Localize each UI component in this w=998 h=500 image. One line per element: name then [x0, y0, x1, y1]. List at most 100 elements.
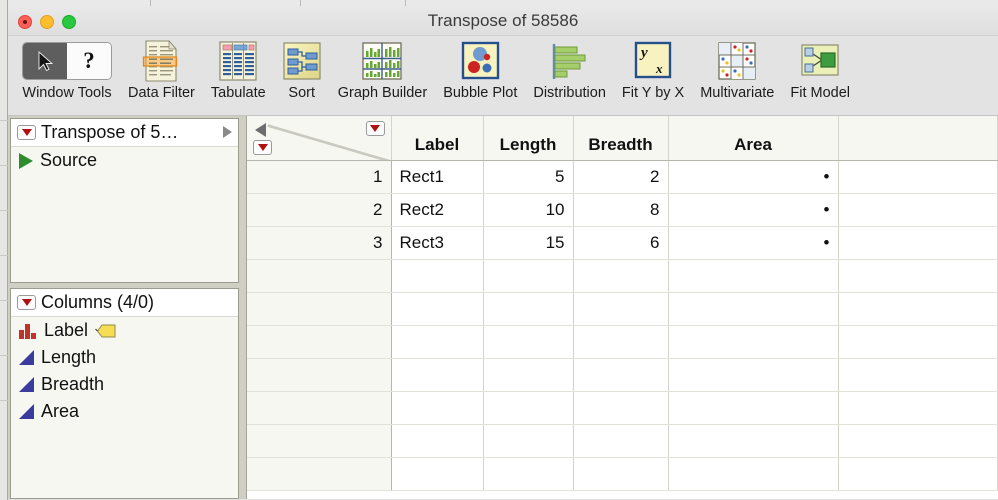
row-number[interactable]: 2 — [247, 193, 392, 227]
cell-area-empty[interactable] — [668, 358, 839, 392]
chevron-right-icon[interactable] — [223, 126, 232, 138]
green-play-icon[interactable] — [19, 152, 33, 169]
cell-label[interactable]: Rect1 — [391, 160, 484, 194]
collapse-left-icon[interactable] — [255, 123, 266, 137]
cell-label-empty[interactable] — [391, 292, 484, 326]
cell-breadth-empty[interactable] — [573, 259, 669, 293]
column-item-label[interactable]: Label — [11, 317, 238, 344]
table-empty-row[interactable] — [247, 358, 998, 392]
table-empty-row[interactable] — [247, 391, 998, 425]
multivariate-icon[interactable] — [717, 39, 757, 83]
fit-model-icon[interactable] — [798, 39, 842, 83]
columns-panel-header[interactable]: Columns (4/0) — [11, 289, 238, 317]
tables-panel-menu-icon[interactable] — [17, 125, 36, 140]
cell-area[interactable]: • — [668, 193, 839, 227]
cell-label-empty[interactable] — [391, 424, 484, 458]
cell-label-empty[interactable] — [391, 259, 484, 293]
cell-length-empty[interactable] — [483, 391, 574, 425]
columns-menu-icon[interactable] — [253, 139, 272, 155]
cell-label-empty[interactable] — [391, 391, 484, 425]
tables-panel-item-source[interactable]: Source — [11, 147, 238, 174]
cell-breadth-empty[interactable] — [573, 292, 669, 326]
cell-breadth[interactable]: 8 — [573, 193, 669, 227]
tabulate-icon[interactable] — [218, 39, 258, 83]
cell-area-empty[interactable] — [668, 391, 839, 425]
row-number-empty[interactable] — [247, 292, 392, 326]
cell-area-empty[interactable] — [668, 292, 839, 326]
columns-panel-menu-icon[interactable] — [17, 295, 36, 310]
table-empty-row[interactable] — [247, 457, 998, 491]
cell-breadth-empty[interactable] — [573, 358, 669, 392]
row-number-empty[interactable] — [247, 259, 392, 293]
cell-length-empty[interactable] — [483, 292, 574, 326]
toolbar-item-fit-y-by-x[interactable]: y x Fit Y by X — [622, 39, 684, 101]
toolbar-item-multivariate[interactable]: Multivariate — [700, 39, 774, 101]
toolbar-item-tabulate[interactable]: Tabulate — [211, 39, 266, 101]
help-question-icon[interactable]: ? — [67, 43, 111, 79]
column-header-label[interactable]: Label — [391, 116, 484, 161]
distribution-icon[interactable] — [549, 39, 591, 83]
cell-length[interactable]: 10 — [483, 193, 574, 227]
table-empty-row[interactable] — [247, 325, 998, 359]
arrow-question-tool-icon[interactable]: ? — [22, 39, 112, 83]
cell-length-empty[interactable] — [483, 259, 574, 293]
row-number[interactable]: 3 — [247, 226, 392, 260]
cell-length-empty[interactable] — [483, 424, 574, 458]
toolbar-item-distribution[interactable]: Distribution — [533, 39, 606, 101]
column-item-length[interactable]: Length — [11, 344, 238, 371]
cell-length-empty[interactable] — [483, 358, 574, 392]
toolbar-item-fit-model[interactable]: Fit Model — [790, 39, 850, 101]
table-corner-cell[interactable] — [247, 116, 392, 161]
cell-length[interactable]: 15 — [483, 226, 574, 260]
column-item-area[interactable]: Area — [11, 398, 238, 425]
row-number[interactable]: 1 — [247, 160, 392, 194]
tables-panel-header[interactable]: Transpose of 5… — [11, 119, 238, 147]
row-number-empty[interactable] — [247, 424, 392, 458]
sort-icon[interactable] — [282, 39, 322, 83]
table-row[interactable]: 2 Rect2 10 8 • — [247, 193, 998, 227]
table-row[interactable]: 3 Rect3 15 6 • — [247, 226, 998, 260]
cell-area-empty[interactable] — [668, 424, 839, 458]
column-item-breadth[interactable]: Breadth — [11, 371, 238, 398]
fit-y-by-x-icon[interactable]: y x — [633, 39, 673, 83]
cell-label-empty[interactable] — [391, 457, 484, 491]
table-empty-row[interactable] — [247, 259, 998, 293]
cell-label[interactable]: Rect2 — [391, 193, 484, 227]
cell-area[interactable]: • — [668, 160, 839, 194]
table-empty-row[interactable] — [247, 292, 998, 326]
cell-area-empty[interactable] — [668, 259, 839, 293]
graph-builder-icon[interactable] — [361, 39, 403, 83]
data-filter-icon[interactable] — [141, 39, 181, 83]
cell-breadth-empty[interactable] — [573, 391, 669, 425]
cell-breadth[interactable]: 2 — [573, 160, 669, 194]
row-number-empty[interactable] — [247, 391, 392, 425]
bubble-plot-icon[interactable] — [460, 39, 500, 83]
row-number-empty[interactable] — [247, 358, 392, 392]
cell-breadth-empty[interactable] — [573, 457, 669, 491]
column-header-breadth[interactable]: Breadth — [573, 116, 669, 161]
cell-label-empty[interactable] — [391, 325, 484, 359]
column-header-length[interactable]: Length — [483, 116, 574, 161]
arrow-cursor-icon[interactable] — [23, 43, 67, 79]
cell-label-empty[interactable] — [391, 358, 484, 392]
table-row[interactable]: 1 Rect1 5 2 • — [247, 160, 998, 194]
cell-length-empty[interactable] — [483, 325, 574, 359]
toolbar-item-data-filter[interactable]: Data Filter — [128, 39, 195, 101]
column-header-area[interactable]: Area — [668, 116, 839, 161]
cell-breadth-empty[interactable] — [573, 325, 669, 359]
row-number-empty[interactable] — [247, 325, 392, 359]
cell-length[interactable]: 5 — [483, 160, 574, 194]
row-number-empty[interactable] — [247, 457, 392, 491]
table-empty-row[interactable] — [247, 424, 998, 458]
toolbar-item-sort[interactable]: Sort — [282, 39, 322, 101]
cell-area-empty[interactable] — [668, 325, 839, 359]
cell-area-empty[interactable] — [668, 457, 839, 491]
cell-breadth-empty[interactable] — [573, 424, 669, 458]
cell-area[interactable]: • — [668, 226, 839, 260]
toolbar-item-bubble-plot[interactable]: Bubble Plot — [443, 39, 517, 101]
rows-menu-icon[interactable] — [365, 121, 385, 136]
cell-length-empty[interactable] — [483, 457, 574, 491]
cell-breadth[interactable]: 6 — [573, 226, 669, 260]
toolbar-item-window-tools[interactable]: ? Window Tools — [22, 39, 112, 101]
cell-label[interactable]: Rect3 — [391, 226, 484, 260]
